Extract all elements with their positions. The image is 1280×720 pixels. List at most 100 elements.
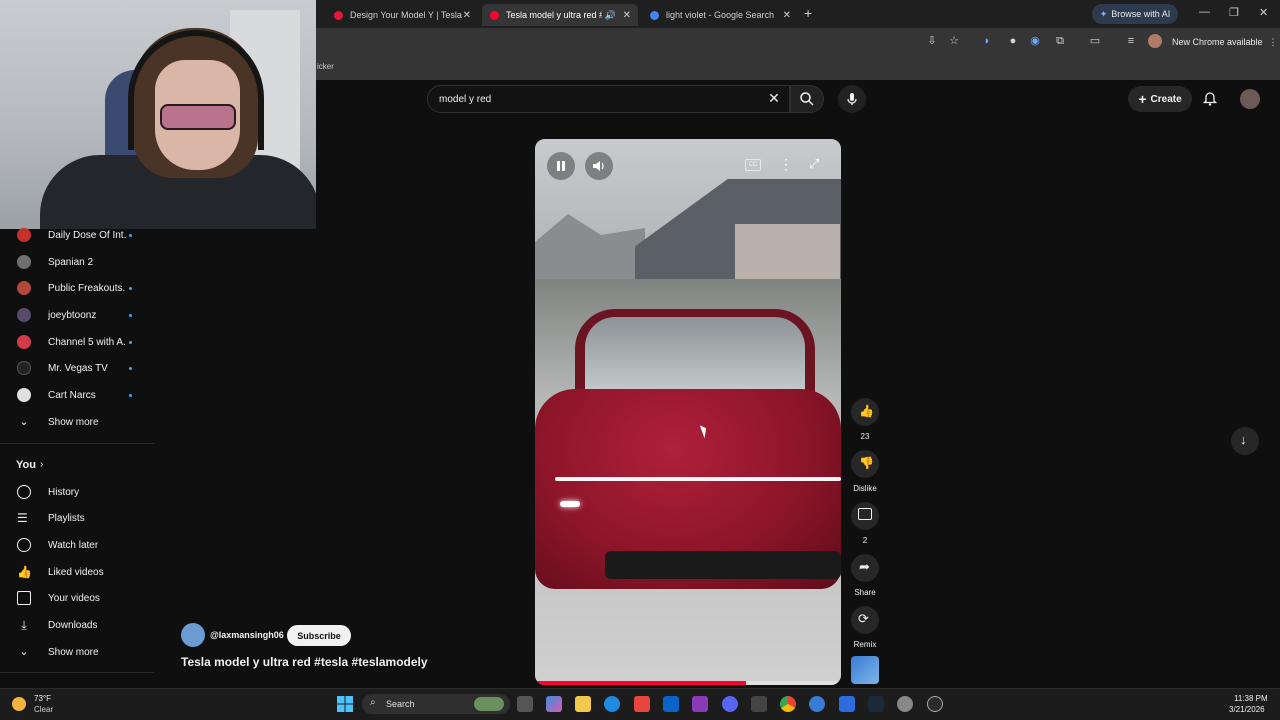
account-avatar[interactable] <box>1240 89 1260 109</box>
profile-icon[interactable] <box>1148 34 1162 48</box>
video-car-windshield <box>585 317 805 395</box>
outlook-icon[interactable] <box>663 696 679 712</box>
remix-button[interactable]: ⟳ <box>851 606 879 634</box>
sidebar-subscription[interactable]: Spanian 2 <box>0 249 154 275</box>
search-input[interactable] <box>439 91 739 107</box>
chrome-icon[interactable] <box>780 696 796 712</box>
side-panel-icon[interactable]: ▭ <box>1088 34 1102 48</box>
sidebar-subscription[interactable]: Cart Narcs <box>0 382 154 408</box>
store-icon[interactable] <box>634 696 650 712</box>
close-window-icon[interactable]: ✕ <box>1259 6 1268 19</box>
show-more-you[interactable]: ⌄ Show more <box>0 639 154 665</box>
new-tab-icon[interactable]: + <box>804 5 812 21</box>
search-button[interactable] <box>790 85 824 113</box>
steam-icon[interactable] <box>868 696 884 712</box>
sidebar-item-history[interactable]: History <box>0 479 154 505</box>
sidebar-item-downloads[interactable]: ⤓ Downloads <box>0 612 154 638</box>
close-tab-icon[interactable]: ✕ <box>463 10 471 21</box>
sidebar-item-label: Liked videos <box>48 566 104 578</box>
tab-google-search[interactable]: light violet - Google Search ✕ <box>642 4 798 26</box>
app-purple-icon[interactable] <box>692 696 708 712</box>
sidebar-subscription[interactable]: joeybtoonz <box>0 302 154 328</box>
restore-icon[interactable]: ❐ <box>1229 6 1239 19</box>
weather-condition: Clear <box>34 705 54 714</box>
show-more-subscriptions[interactable]: ⌄ Show more <box>0 409 154 435</box>
discord-icon[interactable] <box>722 696 738 712</box>
install-icon[interactable]: ⇩ <box>925 34 939 48</box>
dislike-button[interactable]: 👎 <box>851 450 879 478</box>
reading-list-icon[interactable]: ≡ <box>1124 34 1138 48</box>
notepad-icon[interactable] <box>839 696 855 712</box>
sidebar-item-your-videos[interactable]: Your videos <box>0 585 154 611</box>
sidebar-item-label: History <box>48 486 80 498</box>
thumbs-up-icon: 👍 <box>859 404 874 418</box>
comments-button[interactable] <box>851 502 879 530</box>
extension-badge-icon[interactable]: ● <box>1006 34 1020 48</box>
sidebar-subscription[interactable]: Mr. Vegas TV <box>0 355 154 381</box>
app-gray-icon[interactable] <box>751 696 767 712</box>
channel-avatar[interactable] <box>181 623 205 647</box>
create-button[interactable]: + Create <box>1128 86 1192 112</box>
close-tab-icon[interactable]: ✕ <box>783 10 791 21</box>
weather-moon-icon[interactable] <box>12 697 26 711</box>
pause-button[interactable] <box>547 152 575 180</box>
like-count: 23 <box>860 432 870 441</box>
sidebar-item-watch-later[interactable]: Watch later <box>0 532 154 558</box>
chevron-right-icon: › <box>40 459 44 470</box>
share-button[interactable]: ➦ <box>851 554 879 582</box>
chrome-update-chip[interactable]: New Chrome available ⋮ <box>1172 33 1278 51</box>
like-button[interactable]: 👍 <box>851 398 879 426</box>
volume-button[interactable] <box>585 152 613 180</box>
extension-icon[interactable]: ◗ <box>980 34 994 48</box>
speaker-icon[interactable]: 🔊 <box>605 10 616 21</box>
channel-name[interactable]: @laxmansingh06 <box>210 630 284 640</box>
browse-with-ai-button[interactable]: ✦ Browse with AI <box>1092 4 1178 24</box>
bookmark-star-icon[interactable]: ☆ <box>947 34 961 48</box>
sidebar-subscription[interactable]: Daily Dose Of Int... <box>0 222 154 248</box>
close-tab-icon[interactable]: ✕ <box>623 10 631 21</box>
you-section-heading[interactable]: You <box>16 459 36 471</box>
sidebar-item-liked-videos[interactable]: 👍 Liked videos <box>0 559 154 585</box>
microphone-icon <box>847 93 857 105</box>
bookmark-item[interactable]: icker <box>317 62 334 71</box>
app-blue-icon[interactable] <box>809 696 825 712</box>
video-title[interactable]: Tesla model y ultra red #tesla #teslamod… <box>181 655 428 669</box>
task-view-icon[interactable] <box>517 696 533 712</box>
copilot-icon[interactable] <box>546 696 562 712</box>
extension-2-icon[interactable]: ◉ <box>1028 34 1042 48</box>
video-car-headlight <box>560 501 580 507</box>
file-explorer-icon[interactable] <box>575 696 591 712</box>
tab-youtube-video[interactable]: Tesla model y ultra red #tesl 🔊 ✕ <box>482 4 638 26</box>
new-content-dot <box>129 313 132 317</box>
subscription-label: Mr. Vegas TV <box>48 362 108 374</box>
subscription-label: Public Freakouts... <box>48 282 126 294</box>
play-square-icon <box>17 591 31 605</box>
clock-time[interactable]: 11:38 PM <box>1234 694 1268 703</box>
windows-start-icon[interactable] <box>337 696 353 712</box>
notifications-bell-icon[interactable] <box>1202 91 1218 107</box>
weather-temperature[interactable]: 73°F <box>34 694 51 703</box>
fullscreen-icon[interactable]: ⤢ <box>809 156 819 172</box>
puzzle-icon[interactable]: ⧉ <box>1053 34 1067 48</box>
show-more-label: Show more <box>48 646 99 658</box>
app-badge-icon[interactable] <box>927 696 943 712</box>
next-short-button[interactable]: ↓ <box>1231 427 1259 455</box>
sidebar-subscription[interactable]: Public Freakouts... <box>0 275 154 301</box>
minimize-icon[interactable]: — <box>1199 6 1210 18</box>
sidebar-item-playlists[interactable]: ☰ Playlists <box>0 505 154 531</box>
settings-gear-icon[interactable] <box>897 696 913 712</box>
kebab-menu-icon[interactable]: ⋮ <box>1269 37 1278 47</box>
voice-search-button[interactable] <box>838 85 866 113</box>
shorts-video-player[interactable]: CC ⋮ ⤢ <box>535 139 841 685</box>
taskbar-search[interactable]: ⌕ <box>362 694 510 714</box>
tab-design-model-y[interactable]: Design Your Model Y | Tesla ✕ <box>326 4 478 26</box>
sidebar-subscription[interactable]: Channel 5 with A... <box>0 329 154 355</box>
clear-search-icon[interactable]: ✕ <box>766 90 782 106</box>
sound-thumbnail[interactable] <box>851 656 879 684</box>
captions-icon[interactable]: CC <box>745 159 761 171</box>
more-options-icon[interactable]: ⋮ <box>779 156 793 173</box>
edge-icon[interactable] <box>604 696 620 712</box>
subscribe-button[interactable]: Subscribe <box>287 625 351 646</box>
search-icon: ⌕ <box>370 697 376 708</box>
tab-title: Tesla model y ultra red #tesl <box>506 10 602 20</box>
